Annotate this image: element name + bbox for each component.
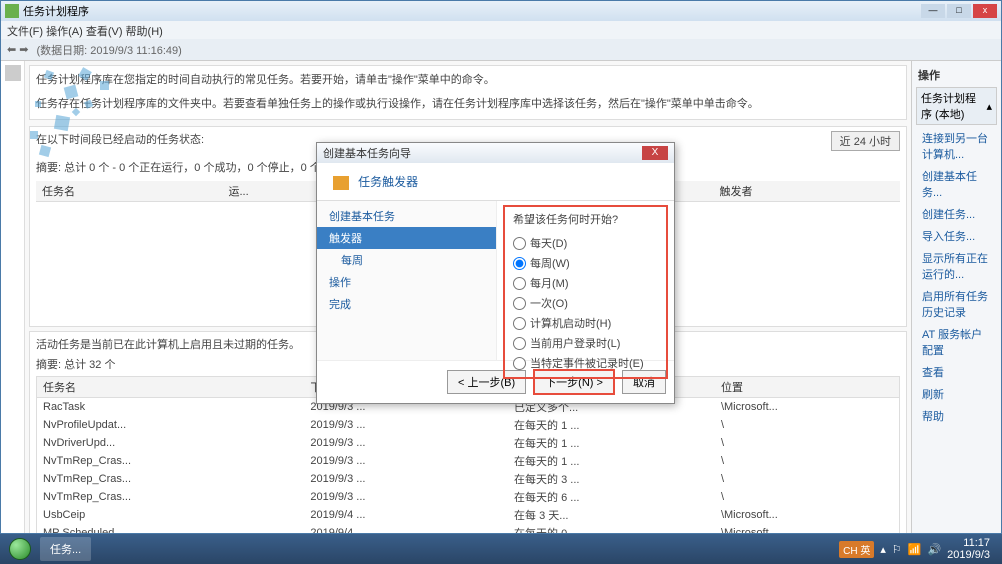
menubar[interactable]: 文件(F) 操作(A) 查看(V) 帮助(H) <box>1 21 1001 39</box>
action-item[interactable]: AT 服务帐户配置 <box>916 323 997 361</box>
minimize-button[interactable]: — <box>921 4 945 18</box>
table-row[interactable]: NvTmRep_Cras...2019/9/3 ...在每天的 3 ...\ <box>37 470 899 488</box>
action-item[interactable]: 刷新 <box>916 383 997 405</box>
radio-input[interactable] <box>513 317 526 330</box>
column-header[interactable]: 任务名 <box>36 181 222 202</box>
actions-panel: 操作 任务计划程序 (本地)▴ 连接到另一台计算机...创建基本任务...创建任… <box>911 61 1001 533</box>
table-row[interactable]: UsbCeip2019/9/4 ...在每 3 天...\Microsoft..… <box>37 506 899 524</box>
table-row[interactable]: NvProfileUpdat...2019/9/3 ...在每天的 1 ...\ <box>37 416 899 434</box>
maximize-button[interactable]: □ <box>947 4 971 18</box>
tray-chevron-icon[interactable]: ▴ <box>880 543 886 556</box>
trigger-option[interactable]: 一次(O) <box>513 293 658 313</box>
status-header-text: 在以下时间段已经启动的任务状态: <box>36 131 204 151</box>
system-tray: CH 英 ▴ ⚐ 📶 🔊 11:17 2019/9/3 <box>839 537 998 561</box>
wizard-step[interactable]: 操作 <box>317 271 496 293</box>
wizard-icon <box>333 176 349 190</box>
language-indicator[interactable]: CH 英 <box>839 541 874 558</box>
flag-icon[interactable]: ⚐ <box>892 543 902 556</box>
radio-input[interactable] <box>513 277 526 290</box>
radio-input[interactable] <box>513 257 526 270</box>
actions-section[interactable]: 任务计划程序 (本地)▴ <box>916 87 997 125</box>
trigger-option[interactable]: 每周(W) <box>513 253 658 273</box>
info-line2: 任务存在任务计划程序库的文件夹中。若要查看单独任务上的操作或执行设操作，请在任务… <box>36 96 900 114</box>
action-item[interactable]: 创建基本任务... <box>916 165 997 203</box>
wizard-steps: 创建基本任务触发器每周操作完成 <box>317 201 497 360</box>
time-range-dropdown[interactable]: 近 24 小时 <box>831 131 900 151</box>
actions-header: 操作 <box>916 65 997 85</box>
table-row[interactable]: MP Scheduled...2019/9/4 ...在每天的 0 ...\Mi… <box>37 524 899 533</box>
table-row[interactable]: NvTmRep_Cras...2019/9/3 ...在每天的 1 ...\ <box>37 452 899 470</box>
window-title: 任务计划程序 <box>23 3 89 19</box>
toolbar-nav-icon[interactable]: ⬅ ➡ <box>7 43 29 56</box>
table-row[interactable]: NvDriverUpd...2019/9/3 ...在每天的 1 ...\ <box>37 434 899 452</box>
dialog-title: 创建基本任务向导 <box>323 145 411 161</box>
titlebar[interactable]: 任务计划程序 — □ x <box>1 1 1001 21</box>
app-icon <box>5 4 19 18</box>
trigger-option[interactable]: 每月(M) <box>513 273 658 293</box>
radio-input[interactable] <box>513 237 526 250</box>
radio-input[interactable] <box>513 337 526 350</box>
volume-icon[interactable]: 🔊 <box>927 543 941 556</box>
column-header[interactable]: 位置 <box>715 377 899 398</box>
taskbar-app[interactable]: 任务... <box>40 537 91 561</box>
network-icon[interactable]: 📶 <box>908 543 922 556</box>
wizard-step[interactable]: 每周 <box>317 249 496 271</box>
wizard-content: 希望该任务何时开始? 每天(D)每周(W)每月(M)一次(O)计算机启动时(H)… <box>497 201 674 360</box>
toolbar: ⬅ ➡ (数据日期: 2019/9/3 11:16:49) <box>1 39 1001 61</box>
dialog-close-button[interactable]: X <box>642 146 668 160</box>
tree-panel[interactable] <box>1 61 25 533</box>
create-task-wizard-dialog: 创建基本任务向导 X 任务触发器 创建基本任务触发器每周操作完成 希望该任务何时… <box>316 142 675 404</box>
trigger-question: 希望该任务何时开始? <box>513 211 658 227</box>
action-item[interactable]: 显示所有正在运行的... <box>916 247 997 285</box>
column-header[interactable]: 触发者 <box>714 181 901 202</box>
action-item[interactable]: 导入任务... <box>916 225 997 247</box>
wizard-step[interactable]: 创建基本任务 <box>317 205 496 227</box>
action-item[interactable]: 帮助 <box>916 405 997 427</box>
toolbar-date: (数据日期: 2019/9/3 11:16:49) <box>37 42 182 58</box>
trigger-option[interactable]: 每天(D) <box>513 233 658 253</box>
radio-input[interactable] <box>513 357 526 370</box>
trigger-option[interactable]: 当前用户登录时(L) <box>513 333 658 353</box>
action-item[interactable]: 查看 <box>916 361 997 383</box>
dialog-titlebar[interactable]: 创建基本任务向导 X <box>317 143 674 163</box>
table-row[interactable]: NvTmRep_Cras...2019/9/3 ...在每天的 6 ...\ <box>37 488 899 506</box>
column-header[interactable]: 任务名 <box>37 377 304 398</box>
wizard-step[interactable]: 触发器 <box>317 227 496 249</box>
highlight-box: 希望该任务何时开始? 每天(D)每周(W)每月(M)一次(O)计算机启动时(H)… <box>503 205 668 379</box>
info-line1: 任务计划程序库在您指定的时间自动执行的常见任务。若要开始，请单击"操作"菜单中的… <box>36 72 900 90</box>
wizard-step[interactable]: 完成 <box>317 293 496 315</box>
overview-box: 任务计划程序库在您指定的时间自动执行的常见任务。若要开始，请单击"操作"菜单中的… <box>29 65 907 120</box>
taskbar[interactable]: 任务... CH 英 ▴ ⚐ 📶 🔊 11:17 2019/9/3 <box>0 534 1002 564</box>
action-item[interactable]: 启用所有任务历史记录 <box>916 285 997 323</box>
chevron-up-icon: ▴ <box>986 100 992 113</box>
action-item[interactable]: 连接到另一台计算机... <box>916 127 997 165</box>
close-button[interactable]: x <box>973 4 997 18</box>
dialog-heading: 任务触发器 <box>358 175 418 189</box>
clock[interactable]: 11:17 2019/9/3 <box>947 537 990 561</box>
start-button[interactable] <box>4 536 36 562</box>
radio-input[interactable] <box>513 297 526 310</box>
trigger-option[interactable]: 计算机启动时(H) <box>513 313 658 333</box>
action-item[interactable]: 创建任务... <box>916 203 997 225</box>
trigger-option[interactable]: 当特定事件被记录时(E) <box>513 353 658 373</box>
tree-root-icon[interactable] <box>5 65 21 81</box>
